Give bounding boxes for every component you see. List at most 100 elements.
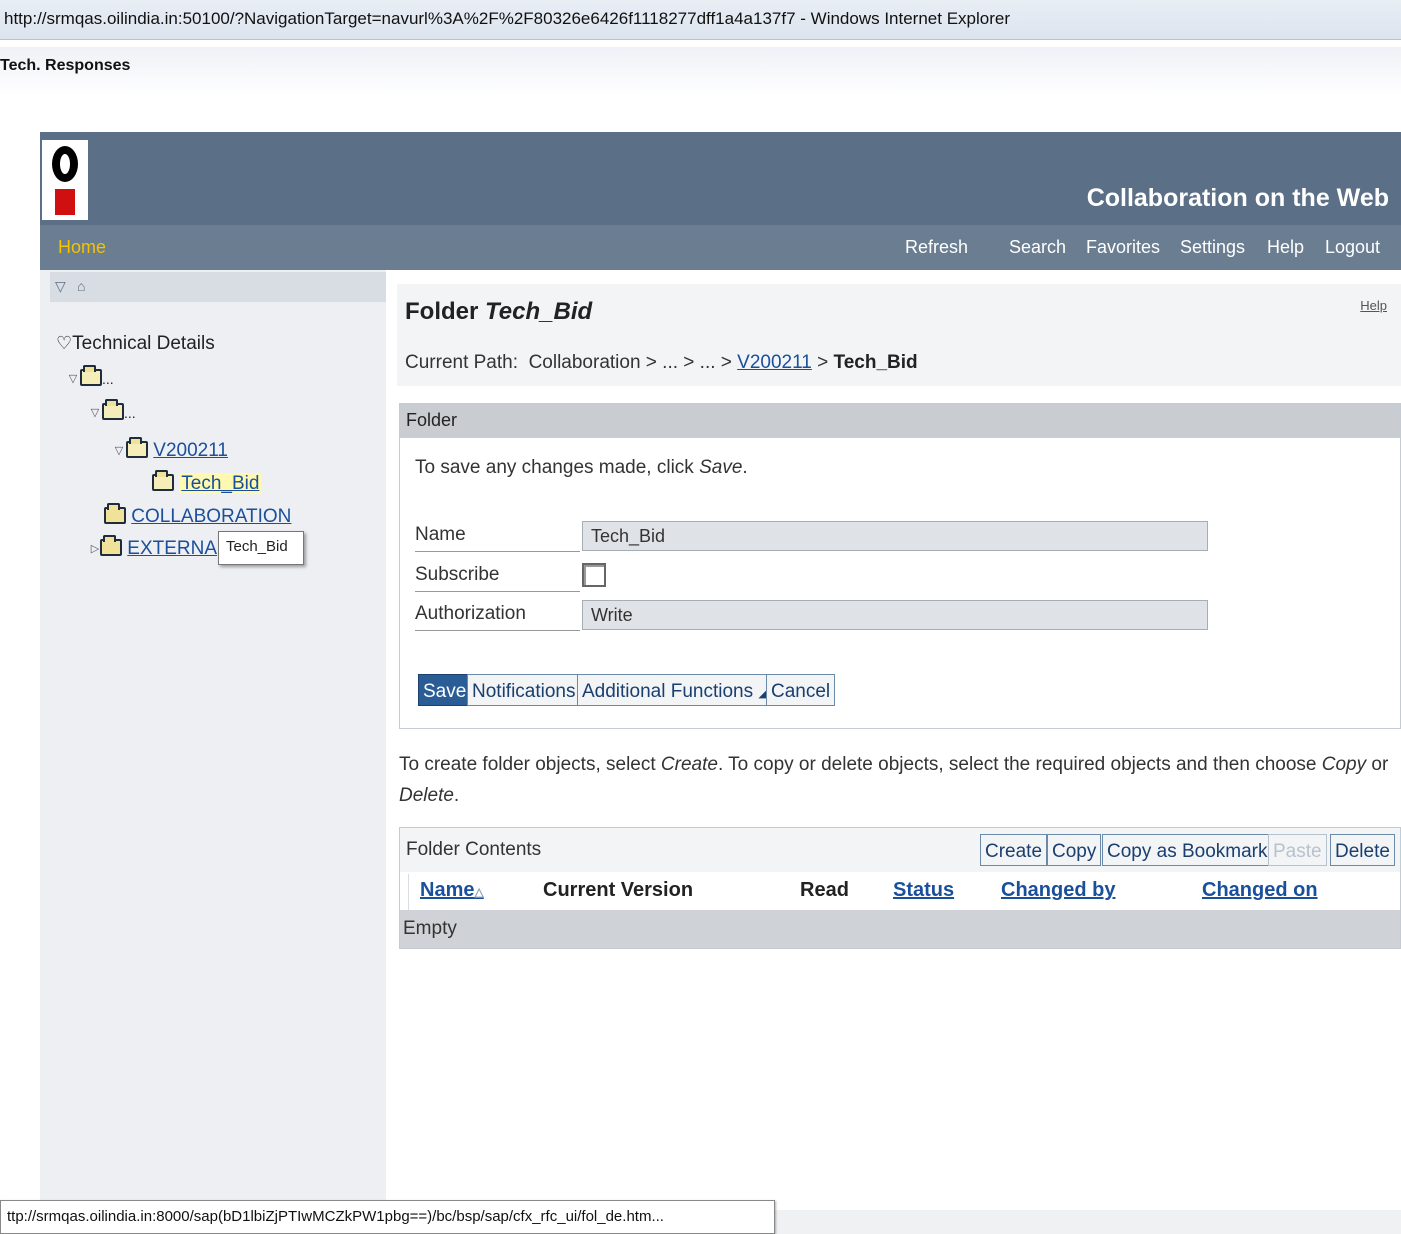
column-header-status[interactable]: Status: [893, 874, 954, 910]
cancel-button[interactable]: Cancel: [766, 674, 836, 706]
tree-link-v200211[interactable]: V200211: [153, 440, 228, 461]
breadcrumb: Current Path: Collaboration > ... > ... …: [405, 352, 918, 374]
group-icon: ♡: [56, 333, 73, 353]
column-header-changed-by[interactable]: Changed by: [1001, 874, 1115, 910]
page-header-title: Tech. Responses: [0, 57, 131, 74]
window-title: http://srmqas.oilindia.in:50100/?Navigat…: [4, 9, 1011, 28]
tree-root-label: Technical Details: [72, 333, 215, 354]
tree-node-collaboration[interactable]: COLLABORATION: [104, 503, 291, 528]
logo-bar: [55, 189, 75, 215]
nav-logout[interactable]: Logout: [1325, 237, 1380, 258]
notifications-button[interactable]: Notifications: [467, 674, 581, 706]
oil-india-logo: [42, 140, 88, 220]
app-banner: Collaboration on the Web: [40, 132, 1401, 225]
expand-toggle-icon[interactable]: ▽: [88, 402, 102, 424]
expand-toggle-icon[interactable]: ▽: [66, 368, 80, 390]
column-header-name[interactable]: Name△: [420, 874, 484, 910]
save-hint-text: To save any changes made, click: [415, 457, 694, 478]
nav-settings[interactable]: Settings: [1180, 237, 1245, 258]
tree-node-level1[interactable]: ▽...: [66, 365, 114, 390]
column-header-current-version: Current Version: [543, 879, 694, 901]
create-button[interactable]: Create: [980, 834, 1048, 866]
expand-arrow-icon[interactable]: ▷: [90, 538, 100, 560]
collapse-all-icon[interactable]: ▽: [55, 277, 71, 295]
help-link[interactable]: Help: [1360, 298, 1387, 313]
breadcrumb-label: Current Path:: [405, 352, 518, 373]
page-header-bar: Tech. Responses: [0, 47, 1401, 97]
folder-open-icon: [126, 437, 148, 458]
page-title-prefix: Folder: [405, 298, 479, 325]
tree-node-label: ...: [124, 405, 136, 421]
authorization-field[interactable]: [582, 600, 1208, 630]
table-empty-row: Empty: [400, 910, 1400, 948]
folder-panel-header: Folder: [400, 404, 1400, 438]
name-field[interactable]: [582, 521, 1208, 551]
instructions-text: To create folder objects, select: [399, 754, 656, 775]
additional-functions-label: Additional Functions: [582, 681, 754, 702]
copy-button[interactable]: Copy: [1047, 834, 1102, 866]
home-icon[interactable]: ⌂: [77, 277, 93, 295]
copy-as-bookmark-button[interactable]: Copy as Bookmark: [1102, 834, 1273, 866]
instructions-emphasis: Create: [660, 754, 718, 775]
breadcrumb-start: Collaboration > ... > ... >: [528, 352, 732, 373]
delete-button[interactable]: Delete: [1330, 834, 1395, 866]
sidebar-toolbar: ▽ ⌂: [50, 272, 386, 302]
instructions-text: .: [453, 785, 460, 806]
browser-title-bar: http://srmqas.oilindia.in:50100/?Navigat…: [0, 0, 1401, 40]
paste-button[interactable]: Paste: [1268, 834, 1327, 866]
nav-favorites[interactable]: Favorites: [1086, 237, 1160, 258]
instructions-text: . To copy or delete objects, select the …: [717, 754, 1317, 775]
tooltip: Tech_Bid: [218, 531, 304, 565]
breadcrumb-link-v200211[interactable]: V200211: [737, 352, 812, 373]
top-navigation: Home Refresh Search Favorites Settings H…: [40, 225, 1401, 270]
status-bar-url: ttp://srmqas.oilindia.in:8000/sap(bD1lbi…: [0, 1200, 775, 1234]
page-title-name: Tech_Bid: [485, 298, 593, 325]
content-header: Folder Tech_Bid Help Current Path: Colla…: [397, 284, 1401, 386]
column-divider: [408, 874, 409, 910]
save-hint-suffix: .: [742, 457, 748, 478]
nav-refresh[interactable]: Refresh: [905, 237, 968, 258]
folder-open-icon: [152, 470, 174, 491]
nav-home[interactable]: Home: [58, 237, 106, 258]
additional-functions-button[interactable]: Additional Functions ◢: [577, 674, 772, 706]
banner-title: Collaboration on the Web: [1086, 184, 1389, 212]
tree-root: ♡Technical Details: [56, 332, 215, 355]
folder-icon: [100, 535, 122, 556]
save-hint: To save any changes made, click Save.: [415, 457, 748, 479]
column-header-changed-on[interactable]: Changed on: [1202, 874, 1318, 910]
folder-contents-header: Folder Contents Create Copy Copy as Book…: [400, 828, 1400, 872]
name-label: Name: [415, 524, 580, 552]
logo-ring: [52, 146, 78, 182]
instructions-emphasis: Delete: [399, 785, 454, 806]
tree-node-level2[interactable]: ▽...: [88, 399, 136, 424]
page-title: Folder Tech_Bid: [405, 298, 592, 326]
authorization-label: Authorization: [415, 603, 580, 631]
folder-contents-table: Folder Contents Create Copy Copy as Book…: [399, 827, 1401, 949]
subscribe-checkbox[interactable]: [582, 563, 606, 587]
folder-open-icon: [80, 365, 102, 386]
tree-link-external[interactable]: EXTERNA: [127, 538, 217, 559]
folder-icon: [104, 503, 126, 524]
tree-node-label: ...: [102, 371, 114, 387]
expand-toggle-icon[interactable]: ▽: [112, 440, 126, 462]
save-hint-emphasis: Save: [699, 457, 743, 478]
breadcrumb-separator: >: [817, 352, 829, 373]
tree-link-tech-bid[interactable]: Tech_Bid: [179, 473, 262, 494]
tree-node-external[interactable]: ▷ EXTERNA: [90, 535, 217, 560]
instructions-emphasis: Copy: [1321, 754, 1367, 775]
tree-node-tech-bid[interactable]: Tech_Bid: [152, 470, 262, 495]
nav-help[interactable]: Help: [1267, 237, 1304, 258]
folder-panel: Folder To save any changes made, click S…: [399, 403, 1401, 729]
folder-open-icon: [102, 399, 124, 420]
nav-search[interactable]: Search: [1009, 237, 1066, 258]
save-button[interactable]: Save: [418, 674, 472, 706]
instructions-text: or: [1371, 754, 1389, 775]
tree-link-collaboration[interactable]: COLLABORATION: [131, 506, 291, 527]
sort-ascending-icon: △: [474, 885, 484, 899]
folder-instructions: To create folder objects, select Create.…: [399, 749, 1389, 811]
breadcrumb-current: Tech_Bid: [833, 352, 918, 373]
subscribe-label: Subscribe: [415, 564, 580, 592]
column-header-name-label: Name: [420, 879, 475, 901]
tree-node-v200211[interactable]: ▽ V200211: [112, 437, 228, 462]
folder-contents-title: Folder Contents: [406, 839, 542, 860]
